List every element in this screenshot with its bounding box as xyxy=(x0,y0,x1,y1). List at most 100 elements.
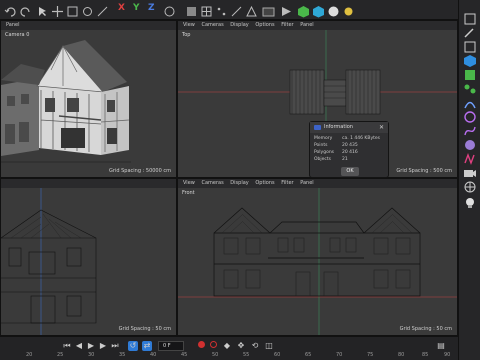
grid-spacing-label: Grid Spacing : 50 cm xyxy=(118,326,171,332)
lights-icon[interactable] xyxy=(342,3,355,16)
menu-panel[interactable]: Panel xyxy=(6,22,20,28)
viewport-menu-bar: Panel xyxy=(1,21,176,30)
timeline-tick: 85 xyxy=(422,352,429,358)
menu-panel[interactable]: Panel xyxy=(300,180,314,186)
render-view-icon[interactable] xyxy=(262,3,275,17)
info-row-points: Points 20 435 xyxy=(314,143,358,148)
menu-display[interactable]: Display xyxy=(230,22,248,28)
sphere-icon[interactable] xyxy=(463,136,477,150)
points-mode-icon[interactable] xyxy=(215,3,228,16)
info-row-memory: Memory ca. 1 446 KBytes xyxy=(314,136,380,141)
cloner-icon[interactable] xyxy=(463,80,477,94)
effector-icon[interactable] xyxy=(463,150,477,165)
timeline-tick: 70 xyxy=(336,352,343,358)
sync-icon[interactable]: ⇄ xyxy=(142,341,152,351)
previous-key-icon[interactable]: ◀ xyxy=(74,341,84,351)
timeline-tick: 75 xyxy=(367,352,374,358)
app-logo-icon xyxy=(314,125,321,130)
x-axis-toggle[interactable]: X xyxy=(118,3,125,13)
primitive-cube-icon[interactable] xyxy=(463,52,477,67)
transform-icon[interactable] xyxy=(96,3,109,17)
main-toolbar: X Y Z xyxy=(0,0,458,20)
menu-panel[interactable]: Panel xyxy=(300,22,314,28)
menu-view[interactable]: View xyxy=(183,22,195,28)
dialog-title: Information xyxy=(310,122,388,133)
timeline-tick: 30 xyxy=(88,352,95,358)
grid-spacing-label: Grid Spacing : 50000 cm xyxy=(109,168,171,174)
keyframe-icon[interactable]: ◆ xyxy=(222,341,232,351)
menu-options[interactable]: Options xyxy=(255,180,274,186)
timeline-tick: 25 xyxy=(57,352,64,358)
frame-tool-icon[interactable] xyxy=(463,38,477,53)
key-scale-icon[interactable]: ◫ xyxy=(264,341,274,351)
menu-display[interactable]: Display xyxy=(230,180,248,186)
timeline-tick: 45 xyxy=(181,352,188,358)
info-row-polygons: Polygons 20 416 xyxy=(314,150,358,155)
front-view-wireframe xyxy=(178,188,457,335)
timeline-settings-icon[interactable]: ▤ xyxy=(436,341,446,351)
ok-button[interactable]: OK xyxy=(341,167,359,176)
auto-key-icon[interactable] xyxy=(208,341,218,351)
key-position-icon[interactable]: ✥ xyxy=(236,341,246,351)
timeline-tick: 35 xyxy=(119,352,126,358)
light-bulb-icon[interactable] xyxy=(463,194,477,208)
timeline-tick: 20 xyxy=(26,352,33,358)
info-row-objects: Objects 21 xyxy=(314,157,348,162)
cube-tool-icon[interactable] xyxy=(463,10,477,25)
grid-spacing-label: Grid Spacing : 500 cm xyxy=(396,168,452,174)
redo-icon[interactable] xyxy=(19,3,32,17)
go-to-end-icon[interactable]: ⏭ xyxy=(110,341,120,351)
menu-cameras[interactable]: Cameras xyxy=(201,22,223,28)
key-rotation-icon[interactable]: ⟲ xyxy=(250,341,260,351)
timeline-tick: 40 xyxy=(150,352,157,358)
right-viewport[interactable]: Grid Spacing : 50 cm xyxy=(0,178,177,336)
loop-icon[interactable]: ↺ xyxy=(128,341,138,351)
select-icon[interactable] xyxy=(36,3,49,16)
model-mode-icon[interactable] xyxy=(185,3,198,16)
material-icon[interactable] xyxy=(327,3,340,17)
spline-icon[interactable] xyxy=(463,122,477,136)
pen-tool-icon[interactable] xyxy=(463,24,477,38)
perspective-viewport[interactable]: Panel Camera 0 Grid Spacing : 50000 cm xyxy=(0,20,177,178)
next-key-icon[interactable]: ▶ xyxy=(98,341,108,351)
play-icon[interactable]: ▶ xyxy=(86,341,96,351)
information-dialog: Information ✕ Memory ca. 1 446 KBytes Poi… xyxy=(309,121,389,178)
timeline-bar: ⏮ ◀ ▶ ▶ ⏭ ↺ ⇄ 0 F ◆ ✥ ⟲ ◫ ▤ 20 25 30 35 … xyxy=(0,336,458,360)
move-icon[interactable] xyxy=(51,3,64,17)
go-to-start-icon[interactable]: ⏮ xyxy=(62,341,72,351)
deformer-icon[interactable] xyxy=(463,94,477,109)
y-axis-toggle[interactable]: Y xyxy=(133,3,140,13)
camera-icon[interactable] xyxy=(463,164,477,177)
right-tool-palette xyxy=(458,0,480,360)
polygons-mode-icon[interactable] xyxy=(245,3,258,17)
menu-filter[interactable]: Filter xyxy=(281,22,293,28)
scale-icon[interactable] xyxy=(66,3,79,17)
house-perspective-render xyxy=(1,40,131,163)
menu-filter[interactable]: Filter xyxy=(281,180,293,186)
menu-cameras[interactable]: Cameras xyxy=(201,180,223,186)
generator-icon[interactable] xyxy=(463,66,477,80)
z-axis-toggle[interactable]: Z xyxy=(148,3,155,13)
menu-view[interactable]: View xyxy=(183,180,195,186)
current-frame-field[interactable]: 0 F xyxy=(158,341,184,351)
menu-options[interactable]: Options xyxy=(255,22,274,28)
object-icon[interactable] xyxy=(312,3,325,18)
field-icon[interactable] xyxy=(463,108,477,123)
coordinate-system-icon[interactable] xyxy=(163,3,176,17)
timeline-tick: 60 xyxy=(274,352,281,358)
record-icon[interactable] xyxy=(196,341,206,351)
timeline-tick: 80 xyxy=(398,352,405,358)
texture-mode-icon[interactable] xyxy=(200,3,213,17)
timeline-tick: 90 xyxy=(444,352,451,358)
grid-spacing-label: Grid Spacing : 50 cm xyxy=(399,326,452,332)
undo-icon[interactable] xyxy=(4,3,17,17)
timeline-tick: 55 xyxy=(243,352,250,358)
cube-icon[interactable] xyxy=(297,3,310,18)
rotate-icon[interactable] xyxy=(81,3,94,16)
front-viewport[interactable]: View Cameras Display Options Filter Pane… xyxy=(177,178,458,336)
edges-mode-icon[interactable] xyxy=(230,3,243,17)
close-icon[interactable]: ✕ xyxy=(379,124,384,131)
globe-icon[interactable] xyxy=(463,178,477,193)
viewport-menu-bar xyxy=(1,179,176,188)
render-icon[interactable] xyxy=(280,3,293,16)
